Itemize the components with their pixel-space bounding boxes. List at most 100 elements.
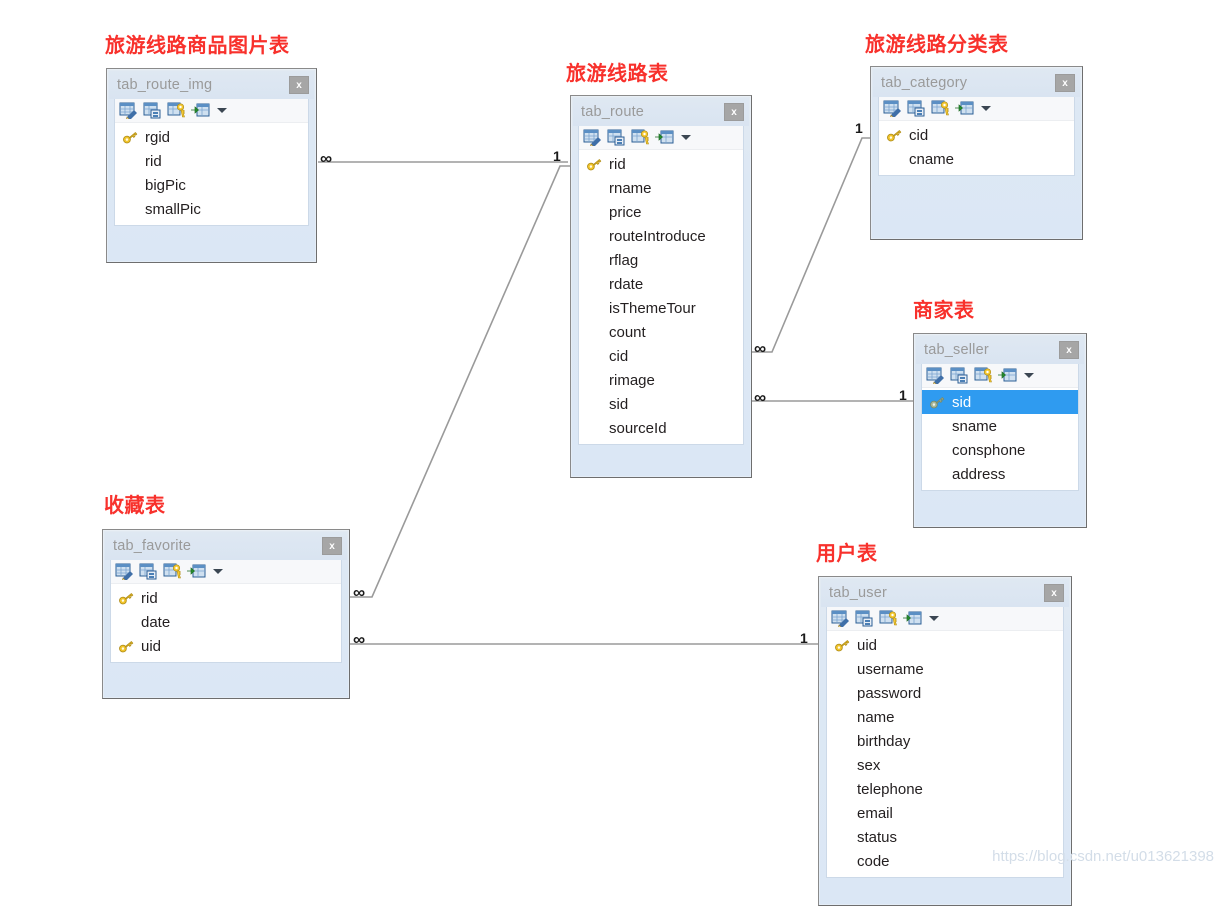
chevron-down-icon[interactable]: [217, 108, 227, 113]
table-save-icon[interactable]: [607, 129, 626, 146]
table-toolbar[interactable]: [879, 97, 1074, 121]
table-key-icon[interactable]: [974, 367, 993, 384]
field-row[interactable]: address: [922, 462, 1078, 486]
table-relationship-icon[interactable]: [191, 102, 210, 119]
titlebar[interactable]: tab_route x: [573, 98, 749, 126]
field-row[interactable]: cid: [579, 344, 743, 368]
caption-tab-user: 用户表: [816, 541, 878, 565]
field-row[interactable]: rid: [111, 586, 341, 610]
close-icon[interactable]: x: [724, 103, 744, 121]
cardinality-marker-many: ∞: [353, 583, 365, 602]
field-row[interactable]: cname: [879, 147, 1074, 171]
field-row[interactable]: sname: [922, 414, 1078, 438]
table-edit-icon[interactable]: [119, 102, 138, 119]
field-row[interactable]: isThemeTour: [579, 296, 743, 320]
table-window-tab-route-img[interactable]: tab_route_img x rgid rid bigPic smallPic: [106, 68, 317, 263]
field-row[interactable]: consphone: [922, 438, 1078, 462]
table-save-icon[interactable]: [907, 100, 926, 117]
table-toolbar[interactable]: [111, 560, 341, 584]
titlebar[interactable]: tab_favorite x: [105, 532, 347, 560]
field-row[interactable]: date: [111, 610, 341, 634]
field-row[interactable]: uid: [111, 634, 341, 658]
field-row[interactable]: count: [579, 320, 743, 344]
close-icon[interactable]: x: [322, 537, 342, 555]
table-toolbar[interactable]: [579, 126, 743, 150]
table-relationship-icon[interactable]: [998, 367, 1017, 384]
table-window-tab-favorite[interactable]: tab_favorite x rid date uid: [102, 529, 350, 699]
field-row[interactable]: sid: [579, 392, 743, 416]
field-row[interactable]: status: [827, 825, 1063, 849]
table-window-tab-route[interactable]: tab_route x rid rname price routeIntrodu…: [570, 95, 752, 478]
field-row[interactable]: rname: [579, 176, 743, 200]
field-row[interactable]: rdate: [579, 272, 743, 296]
table-save-icon[interactable]: [139, 563, 158, 580]
table-edit-icon[interactable]: [831, 610, 850, 627]
table-relationship-icon[interactable]: [655, 129, 674, 146]
table-window-tab-category[interactable]: tab_category x cid cname: [870, 66, 1083, 240]
field-key-slot: [585, 180, 607, 196]
field-row-selected[interactable]: sid: [922, 390, 1078, 414]
field-name: rdate: [609, 275, 644, 293]
table-edit-icon[interactable]: [883, 100, 902, 117]
table-relationship-icon[interactable]: [187, 563, 206, 580]
close-icon[interactable]: x: [1059, 341, 1079, 359]
er-diagram-canvas: ∞ 1 1 ∞ ∞ 1 ∞ ∞ 1 旅游线路商品图片表 旅游线路表 旅游线路分类…: [0, 0, 1220, 906]
table-key-icon[interactable]: [163, 563, 182, 580]
field-row[interactable]: rimage: [579, 368, 743, 392]
chevron-down-icon[interactable]: [1024, 373, 1034, 378]
field-row[interactable]: email: [827, 801, 1063, 825]
chevron-down-icon[interactable]: [929, 616, 939, 621]
field-row[interactable]: username: [827, 657, 1063, 681]
field-row[interactable]: name: [827, 705, 1063, 729]
field-key-slot: [885, 151, 907, 167]
field-row[interactable]: password: [827, 681, 1063, 705]
table-key-icon[interactable]: [631, 129, 650, 146]
field-row[interactable]: price: [579, 200, 743, 224]
chevron-down-icon[interactable]: [681, 135, 691, 140]
table-save-icon[interactable]: [950, 367, 969, 384]
field-row[interactable]: rid: [579, 152, 743, 176]
field-row[interactable]: rid: [115, 149, 308, 173]
close-icon[interactable]: x: [1044, 584, 1064, 602]
table-toolbar[interactable]: [922, 364, 1078, 388]
primary-key-icon: [928, 394, 950, 410]
table-title: tab_favorite: [113, 538, 192, 554]
table-edit-icon[interactable]: [926, 367, 945, 384]
field-name: isThemeTour: [609, 299, 696, 317]
table-toolbar[interactable]: [827, 607, 1063, 631]
cardinality-marker-one: 1: [855, 120, 863, 136]
table-relationship-icon[interactable]: [903, 610, 922, 627]
field-row[interactable]: rflag: [579, 248, 743, 272]
titlebar[interactable]: tab_seller x: [916, 336, 1084, 364]
field-row[interactable]: sex: [827, 753, 1063, 777]
titlebar[interactable]: tab_route_img x: [109, 71, 314, 99]
titlebar[interactable]: tab_category x: [873, 69, 1080, 97]
primary-key-icon: [833, 637, 855, 653]
close-icon[interactable]: x: [1055, 74, 1075, 92]
field-row[interactable]: rgid: [115, 125, 308, 149]
field-row[interactable]: telephone: [827, 777, 1063, 801]
table-key-icon[interactable]: [167, 102, 186, 119]
table-relationship-icon[interactable]: [955, 100, 974, 117]
field-row[interactable]: smallPic: [115, 197, 308, 221]
chevron-down-icon[interactable]: [213, 569, 223, 574]
field-name: code: [857, 852, 890, 870]
field-row[interactable]: birthday: [827, 729, 1063, 753]
table-key-icon[interactable]: [879, 610, 898, 627]
table-toolbar[interactable]: [115, 99, 308, 123]
table-edit-icon[interactable]: [583, 129, 602, 146]
titlebar[interactable]: tab_user x: [821, 579, 1069, 607]
field-row[interactable]: routeIntroduce: [579, 224, 743, 248]
field-row[interactable]: uid: [827, 633, 1063, 657]
table-key-icon[interactable]: [931, 100, 950, 117]
table-edit-icon[interactable]: [115, 563, 134, 580]
field-row[interactable]: cid: [879, 123, 1074, 147]
field-row[interactable]: sourceId: [579, 416, 743, 440]
close-icon[interactable]: x: [289, 76, 309, 94]
table-save-icon[interactable]: [855, 610, 874, 627]
table-save-icon[interactable]: [143, 102, 162, 119]
field-row[interactable]: bigPic: [115, 173, 308, 197]
table-window-tab-seller[interactable]: tab_seller x sid sname consphone address: [913, 333, 1087, 528]
chevron-down-icon[interactable]: [981, 106, 991, 111]
field-key-slot: [121, 177, 143, 193]
